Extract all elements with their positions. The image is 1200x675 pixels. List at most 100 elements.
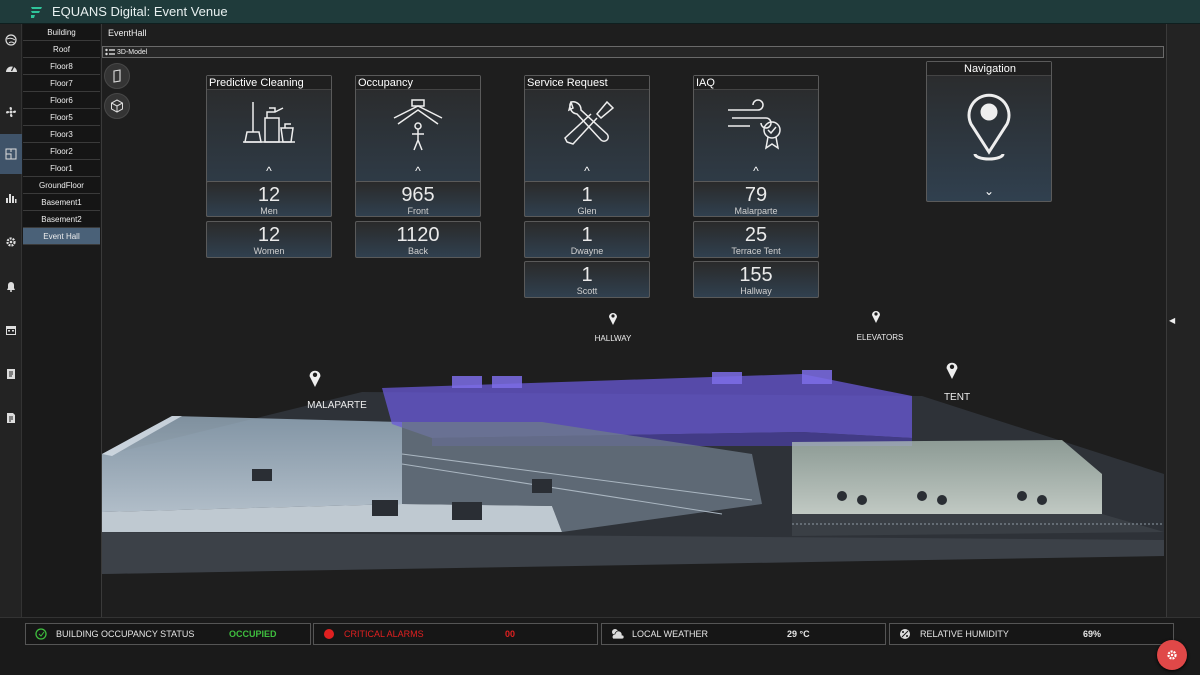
navigation-card[interactable]: Navigation ⌄ [926, 61, 1052, 202]
partly-cloudy-icon [610, 627, 624, 641]
occupancy-metric-front: 965 Front [355, 181, 481, 217]
status-building-occupancy: BUILDING OCCUPANCY STATUS OCCUPIED [25, 623, 311, 645]
floor-item-floor1[interactable]: Floor1 [23, 160, 100, 177]
metric-value: 965 [401, 184, 435, 206]
floor-item-floor3[interactable]: Floor3 [23, 126, 100, 143]
tent-pin-icon[interactable] [945, 360, 959, 379]
metric-value: 12 [257, 224, 281, 246]
status-label: CRITICAL ALARMS [344, 629, 424, 639]
metric-label: Front [407, 206, 429, 216]
title-bar: EQUANS Digital: Event Venue [0, 0, 1200, 24]
cleaning-metric-men: 12 Men [206, 181, 332, 217]
cleaning-supplies-icon [243, 102, 295, 143]
floor-item-floor8[interactable]: Floor8 [23, 58, 100, 75]
collapse-chevron[interactable]: ^ [356, 164, 480, 178]
view-2d-button[interactable] [104, 63, 130, 89]
app-window: EQUANS Digital: Event Venue Building Roo… [0, 0, 1200, 675]
service-metric-dwayne: 1 Dwayne [524, 221, 650, 258]
fan-icon[interactable] [3, 104, 19, 120]
model-label: 3D-Model [117, 48, 148, 56]
floor-item-basement2[interactable]: Basement2 [23, 211, 100, 228]
status-critical-alarms[interactable]: CRITICAL ALARMS 00 [313, 623, 598, 645]
collapse-chevron[interactable]: ^ [694, 164, 818, 178]
alarm-dot-icon [322, 627, 336, 641]
calendar-icon[interactable] [3, 322, 19, 338]
floor-item-basement1[interactable]: Basement1 [23, 194, 100, 211]
floorplan-icon[interactable] [0, 134, 22, 174]
check-circle-icon [34, 627, 48, 641]
report-icon[interactable] [3, 366, 19, 382]
elevators-pin-icon[interactable] [871, 309, 881, 323]
status-local-weather: LOCAL WEATHER 29 °C [601, 623, 886, 645]
status-bar: BUILDING OCCUPANCY STATUS OCCUPIED CRITI… [0, 617, 1200, 675]
metric-value: 1 [581, 184, 593, 206]
malaparte-pin-icon[interactable] [308, 368, 322, 387]
wrench-screwdriver-icon [564, 100, 615, 145]
occupancy-sensor-icon [393, 99, 443, 151]
view-3d-button[interactable] [104, 93, 130, 119]
status-label: LOCAL WEATHER [632, 629, 709, 639]
breadcrumb: EventHall [108, 28, 147, 38]
metric-label: Scott [576, 286, 598, 296]
location-pin-icon [967, 93, 1011, 161]
service-metric-glen: 1 Glen [524, 181, 650, 217]
hallway-pin-icon[interactable] [608, 311, 618, 325]
card-title: Occupancy [356, 76, 480, 90]
document-icon[interactable] [3, 410, 19, 426]
metric-value: 1 [581, 224, 593, 246]
right-panel-toggle[interactable]: ◀ [1166, 24, 1200, 617]
card-title: Predictive Cleaning [207, 76, 331, 90]
metric-label: Glen [577, 206, 597, 216]
tent-label: TENT [943, 392, 971, 403]
card-title: Service Request [525, 76, 649, 90]
card-title: Navigation [927, 62, 1051, 76]
collapse-chevron[interactable]: ^ [207, 164, 331, 178]
metric-value: 12 [257, 184, 281, 206]
floor-item-floor6[interactable]: Floor6 [23, 92, 100, 109]
metric-label: Malarparte [734, 206, 778, 216]
cleaning-metric-women: 12 Women [206, 221, 332, 258]
malaparte-label: MALAPARTE [307, 400, 367, 411]
cube-icon [111, 99, 123, 113]
collapse-arrow-icon[interactable]: ◀ [1169, 316, 1175, 325]
collapse-chevron[interactable]: ^ [525, 164, 649, 178]
bar-chart-icon[interactable] [3, 190, 19, 206]
status-value: 69% [1083, 629, 1102, 639]
service-metric-scott: 1 Scott [524, 261, 650, 298]
dashboard-icon[interactable] [3, 60, 19, 76]
floor-item-event-hall[interactable]: Event Hall [23, 228, 100, 245]
floor-item-floor7[interactable]: Floor7 [23, 75, 100, 92]
alarm-icon[interactable] [3, 278, 19, 294]
humidity-icon [898, 627, 912, 641]
metric-value: 1120 [396, 224, 440, 246]
floor-item-groundfloor[interactable]: GroundFloor [23, 177, 100, 194]
metric-label: Women [253, 246, 285, 256]
metric-label: Back [407, 246, 428, 256]
card-title: IAQ [694, 76, 818, 90]
venue-3d-model[interactable] [102, 304, 1164, 617]
hallway-label: HALLWAY [594, 334, 632, 343]
expand-chevron[interactable]: ⌄ [927, 184, 1051, 198]
metric-value: 1 [581, 264, 593, 286]
globe-icon[interactable] [3, 32, 19, 48]
status-value: 00 [505, 629, 516, 639]
elevators-label: ELEVATORS [856, 333, 904, 342]
floor-item-roof[interactable]: Roof [23, 41, 100, 58]
metric-label: Dwayne [570, 246, 604, 256]
iaq-metric-terrace-tent: 25 Terrace Tent [693, 221, 819, 258]
equans-logo-icon [31, 6, 42, 18]
metric-value: 155 [739, 264, 773, 286]
iaq-metric-hallway: 155 Hallway [693, 261, 819, 298]
floor-item-building[interactable]: Building [23, 24, 100, 41]
list-icon[interactable] [105, 48, 115, 56]
gear-icon [1167, 650, 1177, 660]
settings-fab-button[interactable] [1157, 640, 1187, 670]
iaq-metric-malarparte: 79 Malarparte [693, 181, 819, 217]
main-panel: EventHall 3D-Model HALLWAY ELEVATORS MAL… [102, 24, 1166, 617]
floor-item-floor2[interactable]: Floor2 [23, 143, 100, 160]
window-title: EQUANS Digital: Event Venue [52, 4, 228, 19]
metric-label: Men [260, 206, 278, 216]
gear-icon[interactable] [3, 234, 19, 250]
metric-value: 25 [744, 224, 768, 246]
floor-item-floor5[interactable]: Floor5 [23, 109, 100, 126]
